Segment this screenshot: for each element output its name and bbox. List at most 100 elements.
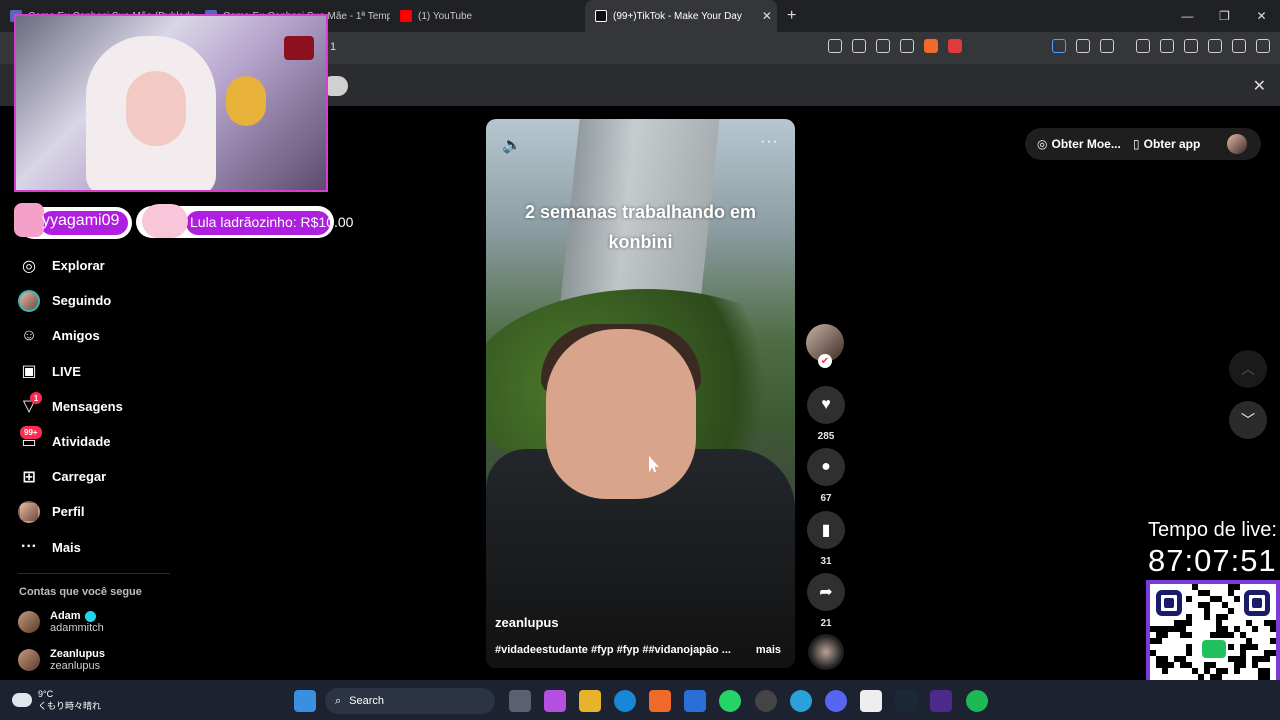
video-author[interactable]: zeanlupus [495, 615, 559, 630]
tab-title: (99+)TikTok - Make Your Day [613, 10, 742, 22]
copilot-icon[interactable] [544, 690, 566, 712]
sidebar-item-atividade[interactable]: ▭ 99+ Atividade [18, 424, 178, 459]
tab-3[interactable]: (1) YouTube [390, 0, 585, 32]
sidebar-item-explorar[interactable]: ◎ Explorar [18, 248, 178, 283]
comment-icon[interactable]: ● [807, 448, 845, 486]
qr-module [1252, 626, 1258, 632]
qr-module [1156, 638, 1162, 644]
close-window-icon[interactable]: ✕ [1243, 0, 1280, 32]
music-disc[interactable] [808, 634, 844, 670]
sidebar-item-label: Carregar [52, 469, 107, 485]
toolbar-icons [828, 39, 1270, 53]
share-icon[interactable] [900, 39, 914, 53]
get-app-button[interactable]: ▯ Obter app [1133, 137, 1200, 151]
close-tab-icon[interactable]: ✕ [762, 9, 772, 23]
qr-module [1186, 596, 1192, 602]
new-tab-button[interactable]: + [777, 7, 806, 25]
sidebar-icon[interactable] [1160, 39, 1174, 53]
weather-widget[interactable]: 9°C くもり時々晴れ [12, 688, 101, 712]
heart-icon[interactable]: ♥ [807, 386, 845, 424]
menu-icon[interactable] [1256, 39, 1270, 53]
more-options-icon[interactable]: ··· [760, 133, 779, 151]
profile-avatar[interactable] [1227, 134, 1247, 154]
qr-finder [1244, 590, 1270, 616]
account-name: Zeanlupus [50, 648, 106, 660]
avatar [18, 500, 40, 523]
windows-start-icon[interactable] [294, 690, 316, 712]
qr-module [1234, 596, 1240, 602]
tab-4[interactable]: (99+)TikTok - Make Your Day ✕ [585, 0, 777, 32]
donation-text: Lula ladrãozinho: R$10.00 [190, 214, 354, 230]
qr-module [1264, 656, 1270, 662]
sidebar-item-live[interactable]: ▣ LIVE [18, 354, 178, 389]
app2-icon[interactable] [930, 690, 952, 712]
close-infobar-icon[interactable]: ✕ [1253, 76, 1266, 96]
volume-icon[interactable]: 🔊 [502, 135, 522, 155]
translate-icon[interactable] [876, 39, 890, 53]
action-bar: ✔ ♥ 285 ● 67 ▮ 31 ➦ 21 [806, 324, 846, 629]
chevron-up-icon: ︿ [1241, 361, 1255, 377]
leo-ai-icon[interactable] [1208, 39, 1222, 53]
creator-avatar[interactable]: ✔ [806, 324, 844, 368]
taskbar-search[interactable]: ⌕ Search [325, 688, 495, 714]
video-tags[interactable]: #vidadeestudante #fyp #fyp ##vidanojapão… [495, 644, 745, 656]
share-arrow-icon[interactable]: ➦ [807, 573, 845, 611]
qr-module [1270, 626, 1276, 632]
screenshot-icon[interactable] [1100, 39, 1114, 53]
save-action[interactable]: ▮ 31 [807, 511, 845, 567]
weather-temp: 9°C [38, 689, 54, 699]
rewards-icon[interactable] [948, 39, 962, 53]
obs-icon[interactable] [755, 690, 777, 712]
video-person [546, 329, 696, 499]
sidebar-item-seguindo[interactable]: Seguindo [18, 283, 178, 318]
wallet2-icon[interactable] [1184, 39, 1198, 53]
bookmark-icon[interactable]: ▮ [807, 511, 845, 549]
steam-icon[interactable] [895, 690, 917, 712]
next-video-button[interactable]: ﹀ [1229, 401, 1267, 439]
more-icon: ··· [21, 538, 37, 556]
following-account-zeanlupus[interactable]: Zeanlupus zeanlupus [18, 648, 105, 672]
wallet-icon[interactable] [1052, 39, 1066, 53]
notification-badge: 1 [30, 392, 42, 405]
sidebar-item-perfil[interactable]: Perfil [18, 494, 178, 529]
save-count: 31 [820, 556, 832, 567]
brave-icon[interactable] [649, 690, 671, 712]
task-view-icon[interactable] [509, 690, 531, 712]
sidebar-item-carregar[interactable]: ⊞ Carregar [18, 459, 178, 494]
app-icon[interactable] [860, 690, 882, 712]
vpn-icon[interactable] [1232, 39, 1246, 53]
spotify-icon[interactable] [966, 690, 988, 712]
restore-icon[interactable]: ❐ [1206, 0, 1243, 32]
sidebar-item-amigos[interactable]: ☺ Amigos [18, 318, 178, 353]
like-action[interactable]: ♥ 285 [807, 386, 845, 442]
sidebar-item-label: Mais [52, 539, 81, 555]
store-icon[interactable] [684, 690, 706, 712]
sidebar-item-mensagens[interactable]: ▽ 1 Mensagens [18, 389, 178, 424]
following-title: Contas que você segue [19, 586, 142, 598]
whatsapp-icon[interactable] [719, 690, 741, 712]
extensions-icon[interactable] [1076, 39, 1090, 53]
file-explorer-icon[interactable] [579, 690, 601, 712]
follow-check-icon[interactable]: ✔ [818, 354, 832, 368]
telegram-icon[interactable] [790, 690, 812, 712]
sidebar-item-label: Mensagens [52, 398, 123, 414]
following-account-adam[interactable]: Adam adammitch [18, 610, 104, 634]
minimize-icon[interactable]: — [1169, 0, 1206, 32]
sidebar-item-mais[interactable]: ··· Mais [18, 530, 178, 565]
mute-icon[interactable] [828, 39, 842, 53]
comment-action[interactable]: ● 67 [807, 448, 845, 504]
music-icon[interactable] [1136, 39, 1150, 53]
discord-icon[interactable] [825, 690, 847, 712]
live-time-label: Tempo de live: [1148, 519, 1277, 541]
edge-icon[interactable] [614, 690, 636, 712]
get-coins-button[interactable]: ◎ Obter Moe... [1037, 137, 1121, 151]
share-action[interactable]: ➦ 21 [807, 573, 845, 629]
video-player[interactable]: 🔊 ··· 2 semanas trabalhando em konbini z… [486, 119, 795, 668]
qr-module [1162, 632, 1168, 638]
qr-module [1222, 668, 1228, 674]
sidebar-item-label: Explorar [52, 258, 105, 274]
previous-video-button[interactable]: ︿ [1229, 350, 1267, 388]
more-link[interactable]: mais [756, 644, 781, 656]
cast-icon[interactable] [852, 39, 866, 53]
brave-shield-icon[interactable] [924, 39, 938, 53]
